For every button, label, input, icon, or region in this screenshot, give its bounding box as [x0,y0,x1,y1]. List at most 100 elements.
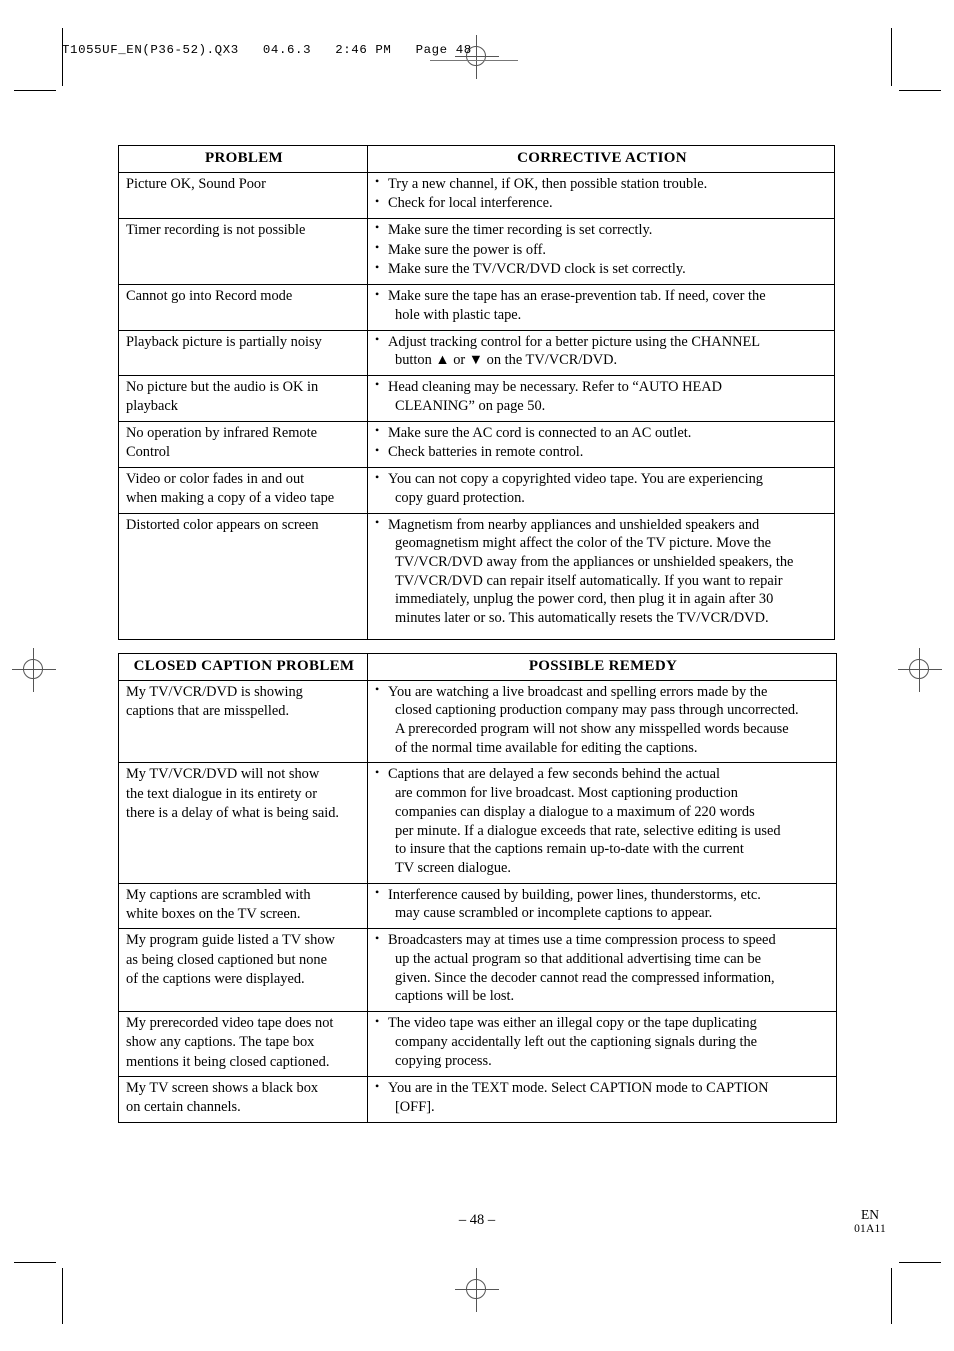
possible-remedy-item-line: copying process. [395,1052,492,1069]
corrective-action-item-line: hole with plastic tape. [395,306,522,323]
registration-target-left-middle [12,648,56,692]
problem-line: My TV screen shows a black box [126,1080,319,1097]
possible-remedy-item-line: to insure that the captions remain up-to… [395,841,744,858]
corrective-action-item-line: TV/VCR/DVD can repair itself automatical… [395,572,783,589]
print-slug-line: T1055UF_EN(P36-52).QX3 04.6.3 2:46 PM Pa… [62,43,472,57]
possible-remedy-item: You are watching a live broadcast and sp… [375,682,831,758]
possible-remedy-item-line: are common for live broadcast. Most capt… [395,785,738,802]
corrective-action-item: Check for local interference. [375,194,829,213]
slug-rule [430,60,518,61]
corrective-action-list: Try a new channel, if OK, then possible … [375,174,829,213]
problem-line: My TV/VCR/DVD is showing [126,683,303,700]
footer-identifier: EN 01A11 [854,1207,886,1235]
problem-line: Control [126,443,170,460]
crop-mark-bottom-left-vertical [62,1268,64,1324]
possible-remedy-cell: You are watching a live broadcast and sp… [367,679,837,764]
possible-remedy-item: Captions that are delayed a few seconds … [375,765,831,877]
possible-remedy-list: Captions that are delayed a few seconds … [375,765,831,877]
problem-cell: My TV/VCR/DVD is showing captions that ar… [118,679,368,764]
problem-line: of the captions were displayed. [126,970,305,987]
table-header-row: CLOSED CAPTION PROBLEM POSSIBLE REMEDY [118,653,837,681]
table-row: My program guide listed a TV show as bein… [118,928,837,1013]
corrective-action-item: Make sure the AC cord is connected to an… [375,423,829,443]
table-row: My captions are scrambled with white boxe… [118,882,837,930]
corrective-action-cell: Make sure the timer recording is set cor… [367,217,835,286]
possible-remedy-item: Interference caused by building, power l… [375,885,831,923]
table-row: My TV/VCR/DVD is showing captions that ar… [118,679,837,764]
corrective-action-cell: You can not copy a copyrighted video tap… [367,467,835,514]
registration-target-right-middle [898,648,942,692]
problem-cell: My captions are scrambled with white boxe… [118,882,368,930]
corrective-action-item: Make sure the TV/VCR/DVD clock is set co… [375,260,829,279]
column-header-possible-remedy: POSSIBLE REMEDY [367,653,837,681]
table-row: Video or color fades in and out when maki… [118,467,835,514]
troubleshooting-table-body: Picture OK, Sound Poor Try a new channel,… [118,171,835,640]
corrective-action-item: Make sure the timer recording is set cor… [375,220,829,240]
problem-line: No picture but the audio is OK in [126,378,319,395]
possible-remedy-list: Interference caused by building, power l… [375,885,831,923]
corrective-action-cell: Make sure the tape has an erase-preventi… [367,284,835,331]
problem-line: show any captions. The tape box [126,1034,315,1051]
problem-cell: No picture but the audio is OK in playbac… [118,374,368,422]
problem-cell: My prerecorded video tape does not show a… [118,1011,368,1078]
table-row: No picture but the audio is OK in playbac… [118,374,835,422]
possible-remedy-item-line: company accidentally left out the captio… [395,1033,758,1050]
corrective-action-item-line: TV/VCR/DVD away from the appliances or u… [395,554,794,571]
possible-remedy-item-line: closed captioning production company may… [395,702,799,719]
corrective-action-list: You can not copy a copyrighted video tap… [375,469,829,507]
registration-target-top-center [455,35,499,79]
possible-remedy-cell: Captions that are delayed a few seconds … [367,762,837,884]
problem-cell: Playback picture is partially noisy [118,329,368,376]
possible-remedy-item-line: up the actual program so that additional… [395,951,762,967]
corrective-action-list: Make sure the tape has an erase-preventi… [375,287,829,324]
corrective-action-item: Check batteries in remote control. [375,443,829,462]
problem-cell: My TV screen shows a black box on certain… [118,1076,368,1123]
problem-line: Video or color fades in and out [126,471,305,487]
problem-line: playback [126,398,178,415]
crop-mark-top-right-horizontal [899,90,941,92]
possible-remedy-cell: You are in the TEXT mode. Select CAPTION… [367,1076,837,1123]
footer-language-code: EN [861,1207,880,1222]
problem-line: when making a copy of a video tape [126,490,335,507]
problem-cell: Picture OK, Sound Poor [118,171,368,219]
table-row: Playback picture is partially noisy Adjus… [118,329,835,376]
problem-cell: Cannot go into Record mode [118,284,368,331]
possible-remedy-list: The video tape was either an illegal cop… [375,1014,831,1070]
crop-mark-top-left-vertical [62,28,64,86]
possible-remedy-item-line: captions will be lost. [395,988,515,1005]
table-row: Picture OK, Sound Poor Try a new channel,… [118,171,835,219]
problem-line: mentions it being closed captioned. [126,1053,330,1070]
possible-remedy-item-line: given. Since the decoder cannot read the… [395,969,775,986]
column-header-corrective-action: CORRECTIVE ACTION [367,145,835,173]
corrective-action-list: Adjust tracking control for a better pic… [375,332,829,370]
crop-mark-bottom-right-vertical [891,1268,893,1324]
corrective-action-item: Adjust tracking control for a better pic… [375,332,829,370]
problem-line: Playback picture is partially noisy [126,333,322,350]
corrective-action-item: Magnetism from nearby appliances and uns… [375,515,829,628]
corrective-action-item-line: CLEANING” on page 50. [395,397,546,414]
column-header-problem: PROBLEM [118,145,368,173]
corrective-action-cell: Make sure the AC cord is connected to an… [367,420,835,469]
problem-line: My TV/VCR/DVD will not show [126,766,320,783]
corrective-action-list: Make sure the AC cord is connected to an… [375,423,829,462]
table-row: My TV screen shows a black box on certain… [118,1076,837,1123]
problem-line: Cannot go into Record mode [126,288,293,305]
corrective-action-item: Try a new channel, if OK, then possible … [375,174,829,194]
problem-line: No operation by infrared Remote [126,424,318,441]
corrective-action-list: Magnetism from nearby appliances and uns… [375,515,829,628]
possible-remedy-item-line: may cause scrambled or incomplete captio… [395,905,713,922]
possible-remedy-item-line: per minute. If a dialogue exceeds that r… [395,822,781,839]
possible-remedy-item-line: TV screen dialogue. [395,859,512,876]
corrective-action-cell: Magnetism from nearby appliances and uns… [367,512,835,640]
possible-remedy-item-line: companies can display a dialogue to a ma… [395,803,755,820]
corrective-action-item: Make sure the power is off. [375,240,829,260]
corrective-action-item-line: geomagnetism might affect the color of t… [395,535,772,552]
problem-line: Picture OK, Sound Poor [126,175,266,192]
possible-remedy-item: You are in the TEXT mode. Select CAPTION… [375,1079,831,1116]
problem-line: there is a delay of what is being said. [126,804,339,821]
problem-cell: My program guide listed a TV show as bein… [118,928,368,1013]
problem-line: Timer recording is not possible [126,221,306,238]
problem-cell: Timer recording is not possible [118,217,368,286]
problem-line: Distorted color appears on screen [126,516,319,533]
corrective-action-cell: Head cleaning may be necessary. Refer to… [367,374,835,422]
